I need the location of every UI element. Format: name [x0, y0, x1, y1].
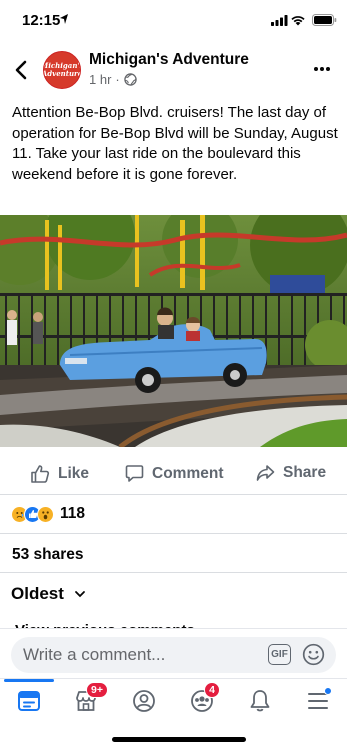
sort-label: Oldest	[11, 584, 64, 603]
reactions-summary[interactable]: 118	[11, 505, 85, 523]
tab-profile[interactable]	[126, 685, 162, 717]
comment-input[interactable]: Write a comment... GIF	[11, 637, 336, 673]
divider	[0, 533, 347, 534]
reaction-count: 118	[60, 505, 86, 522]
status-time: 12:15	[22, 12, 61, 29]
profile-icon	[133, 690, 155, 712]
post-meta: 1 hr ·	[89, 72, 137, 87]
post-time[interactable]: 1 hr	[89, 72, 111, 87]
home-indicator	[112, 737, 246, 742]
page-name[interactable]: Michigan's Adventure	[89, 51, 249, 69]
menu-notification-dot	[324, 687, 332, 695]
comment-button[interactable]: Comment	[125, 464, 223, 483]
avatar-logo-text: Michigan's Adventure	[43, 61, 81, 78]
like-label: Like	[58, 465, 90, 482]
post-header: Michigan's Adventure Michigan's Adventur…	[0, 50, 347, 90]
comment-label: Comment	[152, 464, 224, 482]
groups-badge: 4	[204, 682, 220, 698]
active-tab-indicator	[4, 679, 54, 682]
gif-icon[interactable]: GIF	[268, 644, 291, 665]
back-chevron-icon[interactable]	[12, 59, 32, 81]
tab-notifications[interactable]	[242, 685, 278, 717]
post-photo-image	[0, 215, 347, 447]
divider	[0, 572, 347, 573]
comment-sort-dropdown[interactable]: Oldest	[11, 584, 86, 604]
more-options-icon[interactable]	[313, 66, 331, 72]
share-label: Share	[283, 464, 327, 481]
tab-news-feed[interactable]	[11, 685, 47, 717]
comment-composer-bar: Write a comment... GIF	[0, 628, 347, 678]
marketplace-badge: 9+	[86, 682, 108, 698]
share-button[interactable]: Share	[256, 464, 326, 482]
tab-menu[interactable]	[300, 685, 336, 717]
wow-reaction-icon	[37, 505, 54, 523]
bell-icon	[250, 690, 270, 712]
chevron-down-icon	[75, 591, 85, 598]
globe-icon	[124, 73, 137, 86]
like-thumb-icon	[31, 465, 50, 483]
post-photo[interactable]	[0, 215, 347, 447]
page-avatar[interactable]: Michigan's Adventure	[43, 51, 81, 89]
comment-placeholder: Write a comment...	[23, 645, 166, 664]
cellular-signal-icon	[271, 15, 288, 26]
status-bar: 12:15	[0, 0, 347, 40]
divider	[0, 494, 347, 495]
share-arrow-icon	[256, 465, 275, 481]
post-action-bar: Like Comment Share	[0, 458, 347, 494]
battery-icon	[312, 14, 337, 26]
tab-marketplace[interactable]: 9+	[68, 682, 108, 717]
wifi-icon	[291, 16, 305, 26]
location-arrow-icon	[60, 14, 68, 24]
post-text: Attention Be-Bop Blvd. cruisers! The las…	[12, 104, 338, 183]
comment-bubble-icon	[125, 465, 144, 482]
shares-count[interactable]: 53 shares	[12, 546, 84, 564]
news-feed-icon	[18, 691, 40, 711]
emoji-icon[interactable]	[302, 643, 325, 666]
like-button[interactable]: Like	[30, 464, 89, 484]
meta-separator: ·	[115, 72, 120, 87]
tab-groups[interactable]: 4	[184, 682, 220, 717]
